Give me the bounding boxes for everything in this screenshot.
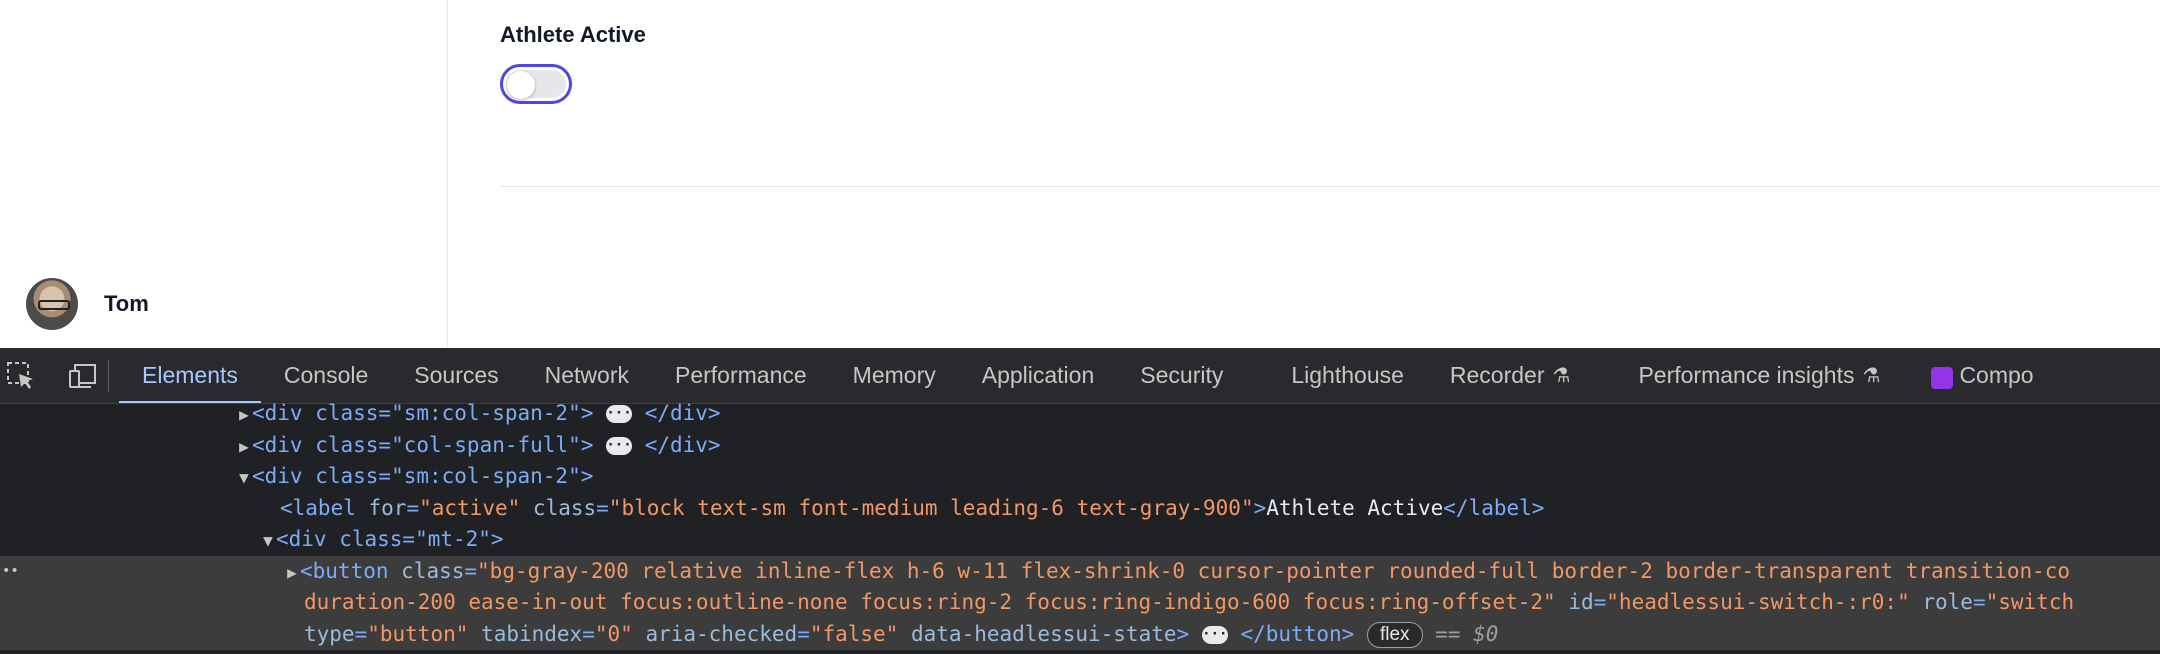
sidebar: Tom [0,0,448,348]
user-profile[interactable]: Tom [26,278,149,330]
tab-performance-insights[interactable]: Performance insights ⚗ [1615,348,1903,403]
selected-dom-node-line[interactable]: •• ▶ <button class="bg-gray-200 relative … [0,555,2160,589]
tab-recorder[interactable]: Recorder ⚗ [1427,348,1616,403]
elements-tree: ▶ <div class="sm:col-span-2"> ··· </div> … [0,398,2160,650]
react-icon [1931,366,1954,389]
more-options-icon[interactable]: •• [2,556,19,588]
tab-memory[interactable]: Memory [830,348,959,403]
dom-node-line[interactable]: ▼ <div class="mt-2"> [0,524,2160,556]
dom-node-line[interactable]: <label for="active" class="block text-sm… [0,493,2160,525]
section-divider [500,186,2160,187]
expand-arrow-icon[interactable]: ▶ [236,399,252,431]
dom-node-line[interactable]: ▶ <div class="sm:col-span-2"> ··· </div> [0,398,2160,430]
collapse-arrow-icon[interactable]: ▼ [236,462,252,494]
flask-icon: ⚗ [1552,365,1571,387]
tab-elements[interactable]: Elements [119,348,261,403]
dom-node-line[interactable]: ▼ <div class="sm:col-span-2"> [0,461,2160,493]
athlete-active-label: Athlete Active [500,22,646,47]
tab-components-label: Compo [1959,362,2034,388]
tab-security[interactable]: Security [1117,348,1268,403]
toolbar-separator [108,359,109,392]
athlete-active-switch[interactable] [500,64,572,104]
tab-sources[interactable]: Sources [391,348,521,403]
ellipsis-icon[interactable]: ··· [606,405,633,423]
avatar [26,278,78,330]
devtools-toolbar: Elements Console Sources Network Perform… [0,348,2160,404]
tab-performance-insights-label: Performance insights [1638,362,1855,388]
expand-arrow-icon[interactable]: ▶ [284,557,300,589]
tab-components[interactable]: Compo [1903,348,2056,403]
tab-application[interactable]: Application [959,348,1118,403]
user-name: Tom [104,291,149,316]
main-content: Athlete Active [449,0,2160,348]
selected-dom-node-line[interactable]: duration-200 ease-in-out focus:outline-n… [0,587,2160,619]
selected-dom-node-line[interactable]: type="button" tabindex="0" aria-checked=… [0,618,2160,650]
devtools-panel: Elements Console Sources Network Perform… [0,348,2160,654]
device-toolbar-icon[interactable] [66,359,100,393]
console-ref: == $0 [1435,621,1499,646]
dom-node-line[interactable]: ▶ <div class="col-span-full"> ··· </div> [0,430,2160,462]
ellipsis-icon[interactable]: ··· [606,436,633,455]
switch-knob [507,71,535,99]
collapse-arrow-icon[interactable]: ▼ [260,525,276,557]
tab-lighthouse[interactable]: Lighthouse [1268,348,1427,403]
ellipsis-icon[interactable]: ··· [1201,625,1228,644]
expand-arrow-icon[interactable]: ▶ [236,431,252,463]
tab-performance[interactable]: Performance [652,348,830,403]
flex-badge[interactable]: flex [1366,621,1423,648]
inspect-element-icon[interactable] [4,359,38,393]
tab-recorder-label: Recorder [1449,362,1545,388]
app-page: Tom Athlete Active [0,0,2160,348]
flask-icon: ⚗ [1862,365,1881,387]
tab-console[interactable]: Console [261,348,391,403]
tab-network[interactable]: Network [522,348,652,403]
